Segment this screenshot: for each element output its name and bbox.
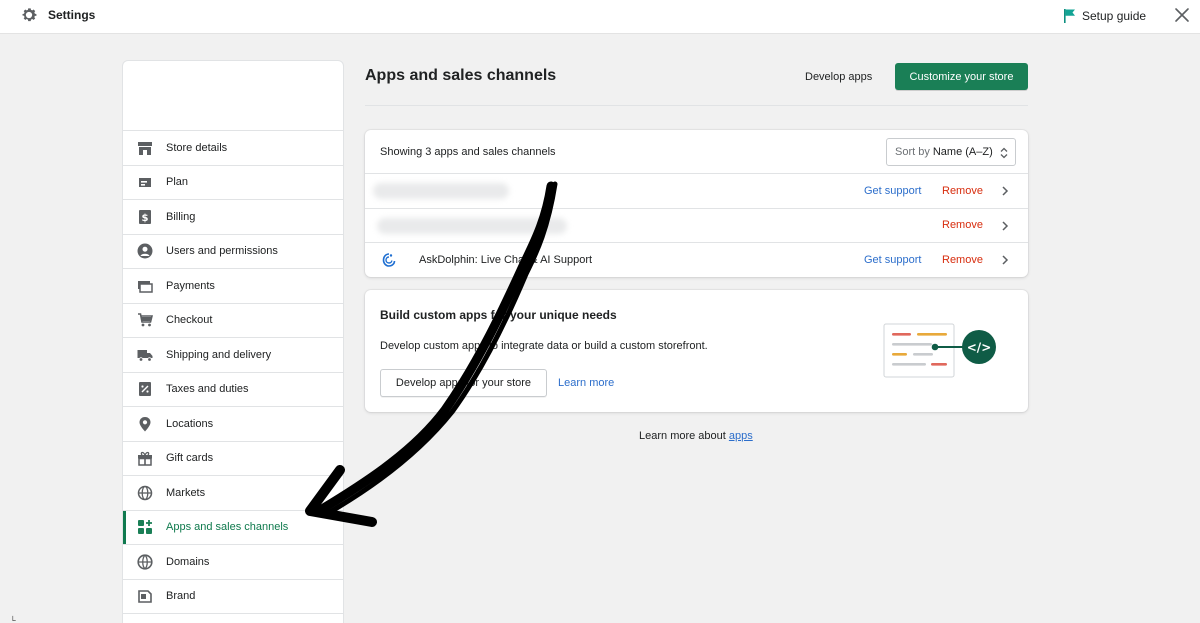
app-name: AskDolphin: Live Chat & AI Support — [419, 254, 593, 267]
sidebar-item-label: Users and permissions — [166, 245, 278, 258]
gift-icon — [137, 450, 153, 466]
sidebar-item-label: Apps and sales channels — [166, 521, 289, 534]
learn-more-prefix: Learn more about — [639, 430, 729, 442]
sidebar-item-label: Billing — [166, 210, 196, 223]
sort-select[interactable]: Sort by Name (A–Z) — [886, 138, 1016, 166]
sidebar-item-label: Checkout — [166, 314, 213, 327]
sidebar-item-store-details[interactable]: Store details — [123, 131, 343, 166]
sidebar-item-domains[interactable]: Domains — [123, 545, 343, 580]
user-icon — [137, 243, 153, 259]
sidebar-item-locations[interactable]: Locations — [123, 407, 343, 442]
brand-icon — [137, 588, 153, 604]
code-illustration: </> — [883, 323, 996, 378]
cart-icon — [137, 312, 153, 328]
section-title: Apps and sales channels — [365, 67, 557, 84]
sidebar-item-label: Brand — [166, 590, 196, 603]
get-support-link[interactable]: Get support — [864, 185, 921, 197]
sidebar-item-apps[interactable]: Apps and sales channels — [123, 510, 343, 545]
sidebar-item-label: Plan — [166, 176, 189, 189]
learn-more-footer: Learn more about apps — [639, 430, 753, 442]
build-card-description: Develop custom apps to integrate data or… — [380, 340, 708, 352]
remove-link[interactable]: Remove — [942, 254, 983, 266]
corner-mark: └ — [10, 616, 16, 623]
remove-link[interactable]: Remove — [942, 219, 983, 231]
sidebar-item-label: Shipping and delivery — [166, 348, 272, 361]
page-title: Settings — [48, 8, 96, 22]
select-caret-icon — [1000, 147, 1008, 159]
sort-value: Name (A–Z) — [932, 146, 993, 158]
sidebar-item-shipping[interactable]: Shipping and delivery — [123, 338, 343, 373]
gear-icon — [22, 8, 37, 22]
develop-apps-button[interactable]: Develop apps — [795, 63, 882, 90]
sidebar-item-billing[interactable]: $ Billing — [123, 200, 343, 235]
close-icon[interactable] — [1172, 5, 1192, 25]
sidebar-item-label: Store details — [166, 141, 228, 154]
sidebar-item-users[interactable]: Users and permissions — [123, 235, 343, 269]
header-divider — [365, 105, 1028, 106]
sidebar-item-taxes[interactable]: Taxes and duties — [123, 373, 343, 407]
sidebar-item-label: Taxes and duties — [166, 383, 249, 396]
payments-icon — [137, 278, 153, 294]
redacted-app-name — [373, 183, 509, 199]
sidebar-item-gift-cards[interactable]: Gift cards — [123, 442, 343, 476]
redacted-app-name — [377, 217, 567, 234]
sidebar-item-label: Payments — [166, 279, 215, 292]
chevron-right-icon[interactable] — [1001, 255, 1009, 265]
get-support-link[interactable]: Get support — [864, 254, 921, 266]
apps-link[interactable]: apps — [729, 430, 753, 442]
chevron-right-icon[interactable] — [1001, 186, 1009, 196]
chevron-right-icon[interactable] — [1001, 220, 1009, 231]
sidebar-item-payments[interactable]: Payments — [123, 269, 343, 304]
askdolphin-logo-icon — [382, 253, 396, 267]
sidebar-item-brand[interactable]: Brand — [123, 580, 343, 614]
apps-list-header: Showing 3 apps and sales channels Sort b… — [365, 130, 1028, 174]
setup-guide-button[interactable]: Setup guide — [1063, 7, 1146, 25]
apps-list-card: Showing 3 apps and sales channels Sort b… — [365, 130, 1028, 277]
apps-icon — [137, 519, 153, 535]
sort-prefix: Sort by — [895, 146, 930, 158]
sidebar-item-label: Locations — [166, 417, 214, 430]
top-bar: Settings Setup guide — [0, 0, 1200, 34]
sidebar-store-header — [123, 61, 343, 131]
tax-icon — [137, 381, 153, 397]
sidebar-item-plan[interactable]: Plan — [123, 166, 343, 200]
build-card-title: Build custom apps for your unique needs — [380, 308, 617, 322]
app-row[interactable]: Get support Remove — [365, 174, 1028, 209]
truck-icon — [137, 347, 153, 363]
sidebar-item-label: Domains — [166, 555, 210, 568]
plan-icon — [137, 174, 153, 190]
svg-text:</>: </> — [967, 341, 992, 355]
settings-sidebar: Store details Plan $ Billing Users and p… — [122, 60, 344, 623]
apps-count: Showing 3 apps and sales channels — [380, 145, 556, 158]
sidebar-item-label: Gift cards — [166, 452, 214, 465]
setup-guide-label: Setup guide — [1082, 9, 1147, 23]
app-row[interactable]: Remove — [365, 209, 1028, 243]
svg-text:$: $ — [142, 213, 149, 224]
customize-store-button[interactable]: Customize your store — [895, 63, 1028, 90]
remove-link[interactable]: Remove — [942, 185, 983, 197]
sidebar-item-label: Markets — [166, 486, 206, 499]
sidebar-item-checkout[interactable]: Checkout — [123, 304, 343, 338]
globe-icon — [137, 485, 153, 501]
domain-globe-icon — [137, 554, 153, 570]
build-custom-apps-card: Build custom apps for your unique needs … — [365, 290, 1028, 412]
develop-apps-for-store-button[interactable]: Develop apps for your store — [380, 369, 547, 397]
billing-icon: $ — [137, 209, 153, 225]
store-icon — [137, 140, 153, 156]
sidebar-item-markets[interactable]: Markets — [123, 476, 343, 511]
flag-icon — [1064, 9, 1075, 23]
app-row[interactable]: AskDolphin: Live Chat & AI Support Get s… — [365, 243, 1028, 278]
location-pin-icon — [137, 416, 153, 432]
learn-more-link[interactable]: Learn more — [558, 377, 614, 389]
